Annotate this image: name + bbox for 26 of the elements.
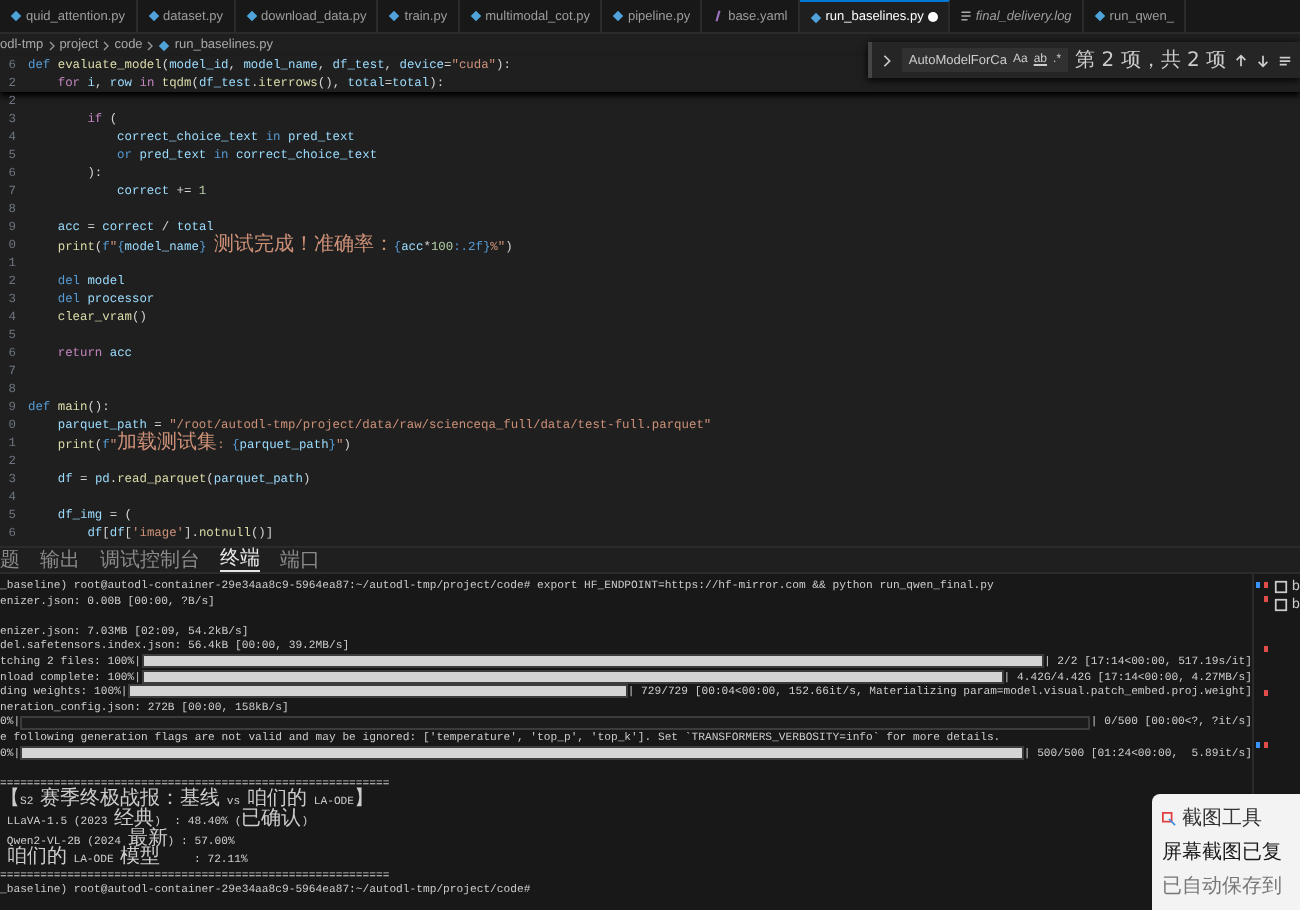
match-count: 第 2 项，共 2 项: [1075, 47, 1226, 74]
file-type-icon: [712, 10, 725, 22]
notification-title: 屏幕截图已复: [1162, 839, 1284, 866]
notification-app-name: 截图工具: [1182, 805, 1262, 832]
chevron-right-icon: [47, 39, 56, 51]
file-type-icon: [469, 10, 482, 22]
chevron-right-icon: [146, 39, 155, 51]
file-type-icon: [10, 10, 22, 22]
file-type-icon: [809, 11, 822, 23]
chevron-right-icon: [102, 39, 111, 51]
arrow-up-icon[interactable]: [1234, 53, 1248, 67]
notification-body: 已自动保存到: [1162, 874, 1284, 900]
file-type-icon: [388, 10, 401, 22]
panel-tab[interactable]: 端口: [280, 549, 320, 571]
panel-tab[interactable]: 输出: [40, 549, 80, 571]
file-type-icon: [1093, 10, 1106, 22]
chevron-right-icon[interactable]: [880, 53, 895, 67]
arrow-down-icon[interactable]: [1256, 53, 1270, 67]
panel-tab[interactable]: 题: [0, 549, 20, 571]
file-type-icon: [158, 39, 171, 51]
panel-tab[interactable]: 调试控制台: [100, 549, 200, 571]
lines-icon: [959, 10, 972, 22]
file-type-icon: [245, 10, 258, 22]
file-type-icon: [612, 10, 624, 22]
file-type-icon: [147, 10, 160, 22]
menu-icon[interactable]: [1278, 53, 1292, 67]
